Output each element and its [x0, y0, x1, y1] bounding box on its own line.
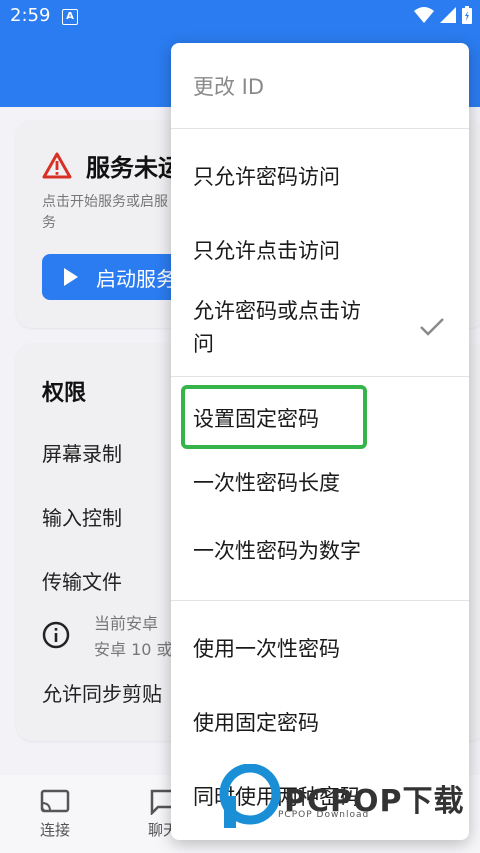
info-line-1: 当前安卓	[94, 614, 159, 633]
nav-connect-label: 连接	[40, 821, 71, 839]
cast-icon	[40, 789, 70, 813]
password-or-click-item[interactable]: 允许密码或点击访 问	[193, 295, 361, 361]
play-icon	[64, 268, 78, 286]
use-otp-item[interactable]: 使用一次性密码	[193, 633, 340, 666]
password-or-click-line-2: 问	[193, 332, 214, 356]
status-time: 2:59	[10, 5, 51, 26]
input-control-item[interactable]: 输入控制	[42, 502, 122, 531]
use-fixed-password-item[interactable]: 使用固定密码	[193, 707, 319, 740]
clipboard-sync-item[interactable]: 允许同步剪贴	[42, 678, 162, 707]
service-status-title: 服务未运	[86, 154, 182, 182]
watermark-subtext: PCPOP Download	[278, 810, 370, 820]
battery-icon	[462, 6, 472, 24]
menu-divider	[171, 600, 469, 601]
start-service-label: 启动服务	[96, 266, 176, 291]
screen-recording-item[interactable]: 屏幕录制	[42, 438, 122, 467]
info-line-2: 安卓 10 或	[94, 640, 173, 659]
menu-divider	[171, 376, 469, 377]
info-icon	[42, 621, 70, 649]
watermark-logo-icon	[219, 764, 281, 828]
android-info-text: 当前安卓 安卓 10 或	[94, 611, 173, 663]
otp-length-item[interactable]: 一次性密码长度	[193, 467, 340, 500]
android-info-row: 当前安卓 安卓 10 或	[42, 611, 173, 663]
password-or-click-line-1: 允许密码或点击访	[193, 299, 361, 323]
otp-numeric-item[interactable]: 一次性密码为数字	[193, 535, 361, 568]
click-only-item[interactable]: 只允许点击访问	[193, 235, 340, 268]
service-description: 点击开始服务或启服务	[42, 194, 168, 231]
highlight-box	[181, 385, 367, 449]
service-status-row: 服务未运	[42, 148, 182, 183]
watermark: PCPOP下载 PCPOP Download	[214, 762, 470, 832]
notification-icon: A	[62, 9, 78, 25]
nav-connect[interactable]: 连接	[40, 789, 70, 840]
permissions-title: 权限	[42, 381, 87, 406]
change-id-item[interactable]: 更改 ID	[193, 71, 264, 104]
file-transfer-item[interactable]: 传输文件	[42, 566, 122, 595]
status-bar: 2:59 A	[0, 0, 480, 32]
check-icon	[420, 318, 444, 336]
menu-divider	[171, 128, 469, 129]
options-menu: 更改 ID 只允许密码访问 只允许点击访问 允许密码或点击访 问 设置固定密码 …	[171, 43, 469, 840]
password-only-item[interactable]: 只允许密码访问	[193, 161, 340, 194]
status-icons	[414, 6, 472, 24]
signal-icon	[440, 7, 456, 23]
warning-icon	[42, 152, 72, 179]
wifi-icon	[414, 7, 434, 23]
